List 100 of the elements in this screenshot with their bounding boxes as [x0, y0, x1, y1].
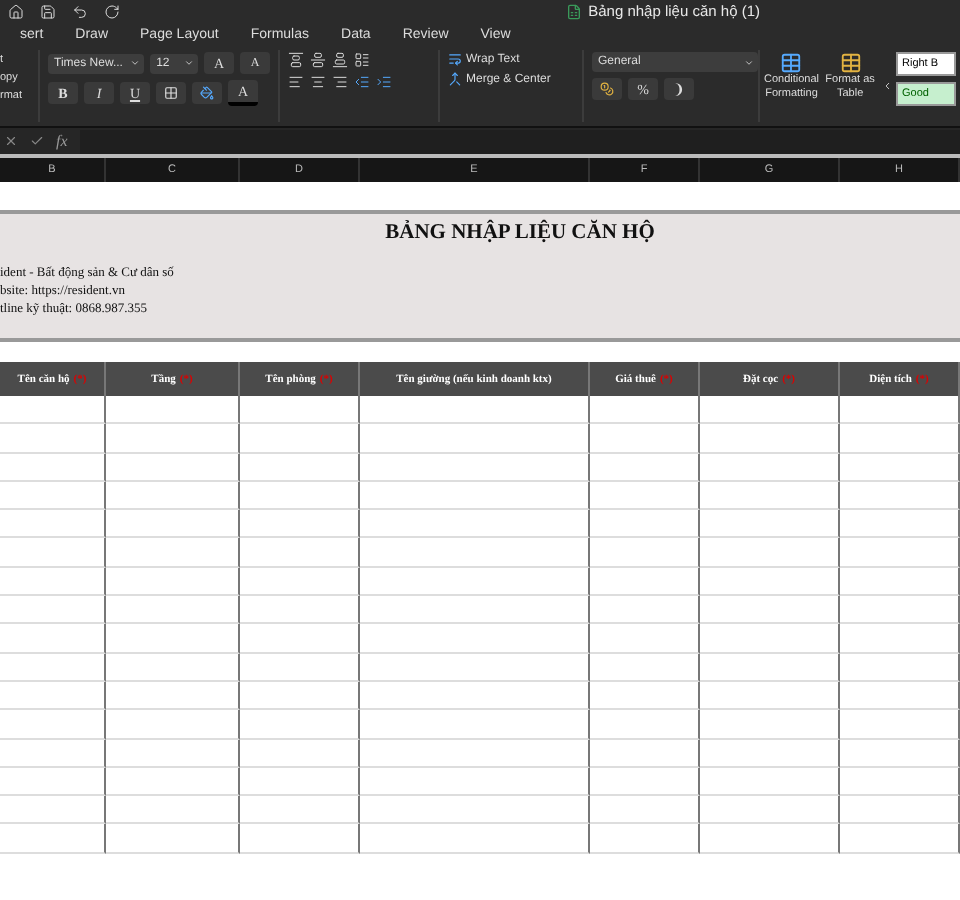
save-icon[interactable] — [40, 3, 56, 19]
table-cell[interactable] — [106, 596, 240, 625]
table-cell[interactable] — [240, 396, 360, 425]
table-cell[interactable] — [360, 824, 590, 854]
table-cell[interactable] — [240, 767, 360, 797]
table-cell[interactable] — [106, 767, 240, 797]
table-cell[interactable] — [106, 538, 240, 568]
table-cell[interactable] — [590, 710, 700, 740]
table-cell[interactable] — [590, 424, 700, 454]
table-cell[interactable] — [840, 824, 960, 854]
table-cell[interactable] — [360, 624, 590, 654]
table-cell[interactable] — [0, 681, 106, 711]
table-cell[interactable] — [106, 396, 240, 425]
table-cell[interactable] — [590, 796, 700, 825]
table-cell[interactable] — [0, 739, 106, 768]
table-cell[interactable] — [240, 710, 360, 740]
table-cell[interactable] — [360, 710, 590, 740]
table-cell[interactable] — [0, 767, 106, 797]
table-cell[interactable] — [360, 396, 590, 425]
table-cell[interactable] — [106, 424, 240, 454]
table-cell[interactable] — [0, 510, 106, 539]
table-cell[interactable] — [700, 767, 840, 797]
redo-icon[interactable] — [104, 3, 120, 19]
table-cell[interactable] — [240, 538, 360, 568]
table-cell[interactable] — [0, 424, 106, 454]
table-cell[interactable] — [590, 567, 700, 597]
table-cell[interactable] — [240, 424, 360, 454]
table-cell[interactable] — [840, 510, 960, 539]
scroll-left-icon[interactable] — [881, 80, 892, 92]
align-middle-icon[interactable] — [310, 52, 326, 68]
table-cell[interactable] — [0, 481, 106, 511]
home-icon[interactable] — [8, 3, 24, 19]
table-cell[interactable] — [700, 510, 840, 539]
table-cell[interactable] — [240, 681, 360, 711]
table-cell[interactable] — [590, 481, 700, 511]
orientation-icon[interactable] — [354, 52, 370, 68]
table-cell[interactable] — [700, 739, 840, 768]
table-cell[interactable] — [590, 767, 700, 797]
table-cell[interactable] — [840, 596, 960, 625]
table-cell[interactable] — [360, 796, 590, 825]
table-cell[interactable] — [840, 767, 960, 797]
table-cell[interactable] — [840, 424, 960, 454]
enter-icon[interactable] — [30, 134, 44, 148]
align-left-icon[interactable] — [288, 74, 304, 90]
table-cell[interactable] — [240, 796, 360, 825]
table-cell[interactable] — [106, 796, 240, 825]
table-cell[interactable] — [0, 567, 106, 597]
table-cell[interactable] — [106, 653, 240, 682]
table-cell[interactable] — [106, 481, 240, 511]
table-cell[interactable] — [700, 396, 840, 425]
table-cell[interactable] — [590, 538, 700, 568]
table-cell[interactable] — [840, 538, 960, 568]
align-right-icon[interactable] — [332, 74, 348, 90]
undo-icon[interactable] — [72, 3, 88, 19]
align-center-icon[interactable] — [310, 74, 326, 90]
cancel-icon[interactable] — [4, 134, 18, 148]
table-cell[interactable] — [700, 481, 840, 511]
table-cell[interactable] — [106, 567, 240, 597]
align-top-icon[interactable] — [288, 52, 304, 68]
table-cell[interactable] — [840, 624, 960, 654]
table-cell[interactable] — [590, 653, 700, 682]
table-cell[interactable] — [700, 624, 840, 654]
table-cell[interactable] — [700, 596, 840, 625]
table-cell[interactable] — [700, 796, 840, 825]
table-cell[interactable] — [0, 396, 106, 425]
table-cell[interactable] — [700, 567, 840, 597]
table-cell[interactable] — [360, 424, 590, 454]
table-cell[interactable] — [840, 796, 960, 825]
table-cell[interactable] — [360, 567, 590, 597]
formula-field[interactable] — [79, 129, 960, 153]
table-cell[interactable] — [240, 624, 360, 654]
table-cell[interactable] — [0, 824, 106, 854]
currency-button[interactable] — [592, 78, 622, 100]
table-cell[interactable] — [0, 796, 106, 825]
table-cell[interactable] — [700, 824, 840, 854]
table-cell[interactable] — [700, 653, 840, 682]
table-cell[interactable] — [590, 596, 700, 625]
table-cell[interactable] — [700, 424, 840, 454]
table-cell[interactable] — [240, 739, 360, 768]
table-cell[interactable] — [590, 739, 700, 768]
table-cell[interactable] — [700, 681, 840, 711]
table-cell[interactable] — [360, 653, 590, 682]
table-cell[interactable] — [840, 681, 960, 711]
table-cell[interactable] — [360, 596, 590, 625]
table-cell[interactable] — [700, 453, 840, 482]
table-cell[interactable] — [240, 653, 360, 682]
table-cell[interactable] — [590, 510, 700, 539]
table-cell[interactable] — [840, 739, 960, 768]
table-cell[interactable] — [590, 681, 700, 711]
table-cell[interactable] — [106, 681, 240, 711]
table-cell[interactable] — [840, 653, 960, 682]
table-cell[interactable] — [240, 824, 360, 854]
table-cell[interactable] — [106, 739, 240, 768]
table-cell[interactable] — [590, 824, 700, 854]
table-cell[interactable] — [840, 567, 960, 597]
align-bottom-icon[interactable] — [332, 52, 348, 68]
table-cell[interactable] — [0, 596, 106, 625]
table-cell[interactable] — [0, 453, 106, 482]
table-cell[interactable] — [840, 396, 960, 425]
table-cell[interactable] — [240, 481, 360, 511]
